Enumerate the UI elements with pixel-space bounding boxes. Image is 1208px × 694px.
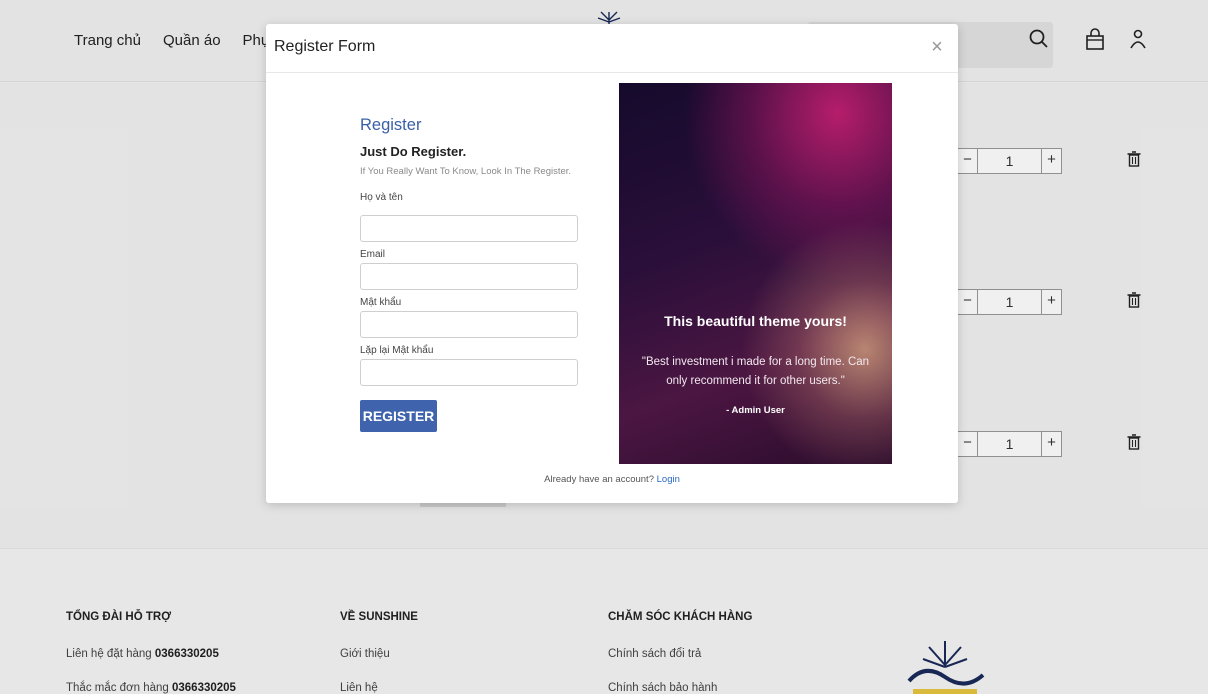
email-label: Email (360, 249, 386, 260)
modal-header: Register Form × (266, 24, 958, 73)
modal-footer: Already have an account? Login (266, 474, 958, 485)
register-button[interactable]: REGISTER (360, 400, 437, 432)
form-heading: Register (360, 116, 422, 134)
modal-title: Register Form (274, 38, 376, 55)
fullname-input[interactable] (360, 215, 578, 242)
password-label: Mật khẩu (360, 297, 402, 308)
promo-quote: "Best investment i made for a long time.… (641, 356, 870, 387)
promo-author: - Admin User (726, 405, 785, 416)
form-subheading: Just Do Register. (360, 144, 467, 159)
register-form: Register Just Do Register. If You Really… (360, 116, 580, 432)
form-note: If You Really Want To Know, Look In The … (360, 166, 572, 177)
confirm-password-input[interactable] (360, 359, 578, 386)
email-input[interactable] (360, 263, 578, 290)
fullname-label: Họ và tên (360, 192, 403, 203)
close-icon[interactable]: × (928, 36, 946, 58)
promo-panel: This beautiful theme yours! "Best invest… (619, 83, 892, 464)
promo-title: This beautiful theme yours! (664, 313, 847, 329)
login-link[interactable]: Login (657, 474, 680, 485)
password-input[interactable] (360, 311, 578, 338)
register-modal: Register Form × Register Just Do Registe… (266, 24, 958, 503)
confirm-password-label: Lặp lại Mật khẩu (360, 345, 434, 356)
login-prompt-text: Already have an account? (544, 474, 654, 485)
